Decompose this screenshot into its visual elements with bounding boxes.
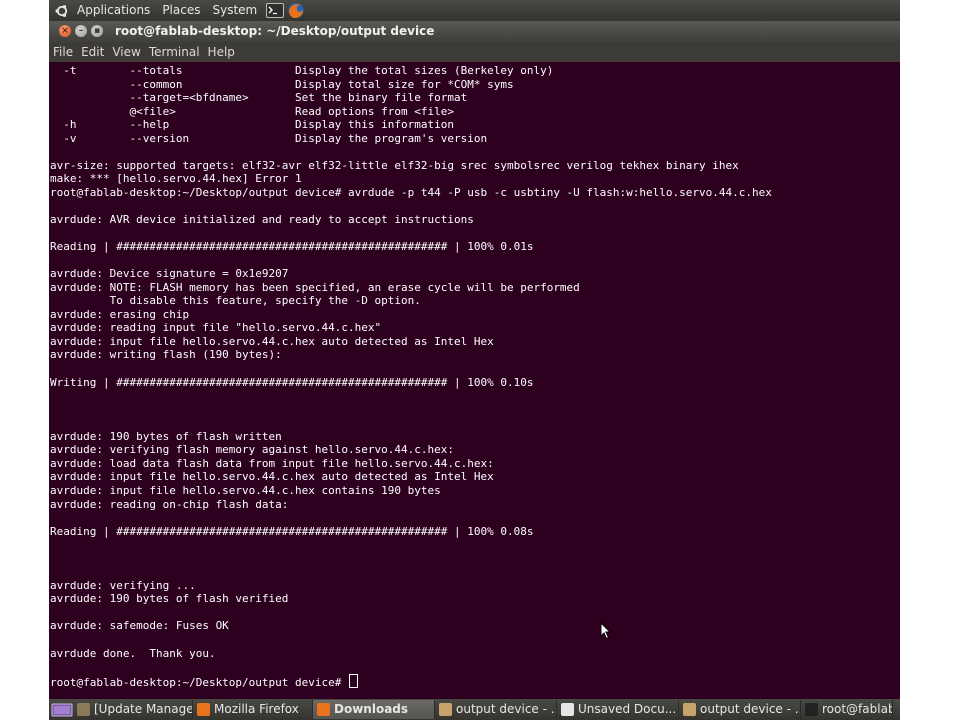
- taskbar-item[interactable]: output device - ...: [435, 700, 557, 719]
- image-viewer-icon: [683, 703, 696, 716]
- terminal-line: To disable this feature, specify the -D …: [50, 294, 421, 308]
- applications-menu[interactable]: Applications: [71, 0, 156, 21]
- taskbar-item-label: Mozilla Firefox: [214, 702, 299, 716]
- menu-edit[interactable]: Edit: [77, 42, 108, 62]
- terminal-line: avrdude: reading on-chip flash data:: [50, 497, 289, 511]
- taskbar-item[interactable]: root@fablab...: [801, 700, 893, 719]
- close-button[interactable]: ×: [59, 25, 71, 37]
- terminal-line: avrdude done. Thank you.: [50, 646, 216, 660]
- window-title-bar[interactable]: × – ▪ root@fablab-desktop: ~/Desktop/out…: [49, 21, 900, 42]
- ubuntu-logo-icon[interactable]: [55, 4, 69, 18]
- maximize-button[interactable]: ▪: [91, 25, 103, 37]
- taskbar-item-label: output device - ...: [700, 702, 801, 716]
- terminal-line: avrdude: verifying flash memory against …: [50, 443, 454, 457]
- firefox-launcher-icon[interactable]: [287, 2, 305, 19]
- terminal-line: Reading | ##############################…: [50, 240, 534, 254]
- terminal-line: make: *** [hello.servo.44.hex] Error 1: [50, 172, 302, 186]
- terminal-line: --target=<bfdname> Set the binary file f…: [50, 91, 468, 105]
- menu-help[interactable]: Help: [204, 42, 239, 62]
- taskbar-item[interactable]: output device - ...: [679, 700, 801, 719]
- terminal-icon: [805, 703, 818, 716]
- show-desktop-icon[interactable]: [51, 701, 73, 718]
- terminal-line: avrdude: input file hello.servo.44.c.hex…: [50, 470, 494, 484]
- taskbar-item[interactable]: Mozilla Firefox: [193, 700, 313, 719]
- taskbar-item[interactable]: Downloads: [313, 700, 435, 719]
- terminal-line: --common Display total size for *COM* sy…: [50, 77, 514, 91]
- terminal-line: avrdude: 190 bytes of flash verified: [50, 592, 289, 606]
- terminal-line: @<file> Read options from <file>: [50, 104, 454, 118]
- shell-prompt: root@fablab-desktop:~/Desktop/output dev…: [50, 675, 349, 689]
- terminal-line: avrdude: AVR device initialized and read…: [50, 213, 474, 227]
- terminal-line: avrdude: safemode: Fuses OK: [50, 619, 229, 633]
- update-manager-icon: [77, 703, 90, 716]
- terminal-line: Reading | ##############################…: [50, 524, 534, 538]
- terminal-launcher-icon[interactable]: [266, 2, 285, 19]
- terminal-lines: -t --totals Display the total sizes (Ber…: [49, 63, 900, 689]
- task-list: [Update Manager] Mozilla Firefox Downloads…: [73, 700, 893, 719]
- taskbar-item[interactable]: [Update Manager]: [73, 700, 193, 719]
- text-editor-icon: [561, 703, 574, 716]
- terminal-line: avrdude: writing flash (190 bytes):: [50, 348, 282, 362]
- terminal-line: avrdude: Device signature = 0x1e9207: [50, 267, 289, 281]
- taskbar-item-label: Downloads: [334, 702, 409, 716]
- taskbar-item-label: Unsaved Docu...: [578, 702, 677, 716]
- terminal-line: root@fablab-desktop:~/Desktop/output dev…: [50, 185, 772, 199]
- terminal-line: Writing | ##############################…: [50, 375, 534, 389]
- text-cursor: [349, 673, 359, 688]
- downloads-icon: [317, 703, 330, 716]
- terminal-line: avrdude: input file hello.servo.44.c.hex…: [50, 483, 441, 497]
- terminal-prompt-line[interactable]: root@fablab-desktop:~/Desktop/output dev…: [50, 673, 900, 689]
- terminal-line: avrdude: NOTE: FLASH memory has been spe…: [50, 280, 580, 294]
- firefox-icon: [197, 703, 210, 716]
- terminal-line: avrdude: reading input file "hello.servo…: [50, 321, 382, 335]
- terminal-line: -t --totals Display the total sizes (Ber…: [50, 64, 554, 77]
- terminal-line: avrdude: input file hello.servo.44.c.hex…: [50, 334, 494, 348]
- terminal-menu-bar: File Edit View Terminal Help: [49, 42, 900, 62]
- system-menu[interactable]: System: [206, 0, 263, 21]
- places-menu[interactable]: Places: [156, 0, 206, 21]
- menu-view[interactable]: View: [108, 42, 144, 62]
- menu-file[interactable]: File: [49, 42, 77, 62]
- taskbar-item-label: output device - ...: [456, 702, 557, 716]
- terminal-output[interactable]: -t --totals Display the total sizes (Ber…: [49, 63, 900, 699]
- terminal-line: avrdude: load data flash data from input…: [50, 456, 494, 470]
- bottom-taskbar: [Update Manager] Mozilla Firefox Downloads…: [49, 699, 900, 720]
- terminal-line: avr-size: supported targets: elf32-avr e…: [50, 158, 739, 172]
- taskbar-item-label: [Update Manager]: [94, 702, 193, 716]
- taskbar-item-label: root@fablab...: [822, 702, 892, 716]
- minimize-button[interactable]: –: [75, 25, 87, 37]
- desktop-screen: Applications Places System × – ▪ root@fa…: [49, 0, 900, 720]
- menu-terminal[interactable]: Terminal: [145, 42, 204, 62]
- terminal-line: avrdude: erasing chip: [50, 307, 190, 321]
- mouse-pointer-icon: [600, 622, 612, 640]
- window-title: root@fablab-desktop: ~/Desktop/output de…: [115, 24, 435, 38]
- terminal-line: avrdude: 190 bytes of flash written: [50, 429, 282, 443]
- image-viewer-icon: [439, 703, 452, 716]
- terminal-line: avrdude: verifying ...: [50, 578, 196, 592]
- terminal-line: -h --help Display this information: [50, 118, 454, 132]
- terminal-line: -v --version Display the program's versi…: [50, 131, 488, 145]
- taskbar-item[interactable]: Unsaved Docu...: [557, 700, 679, 719]
- top-panel: Applications Places System: [49, 0, 900, 21]
